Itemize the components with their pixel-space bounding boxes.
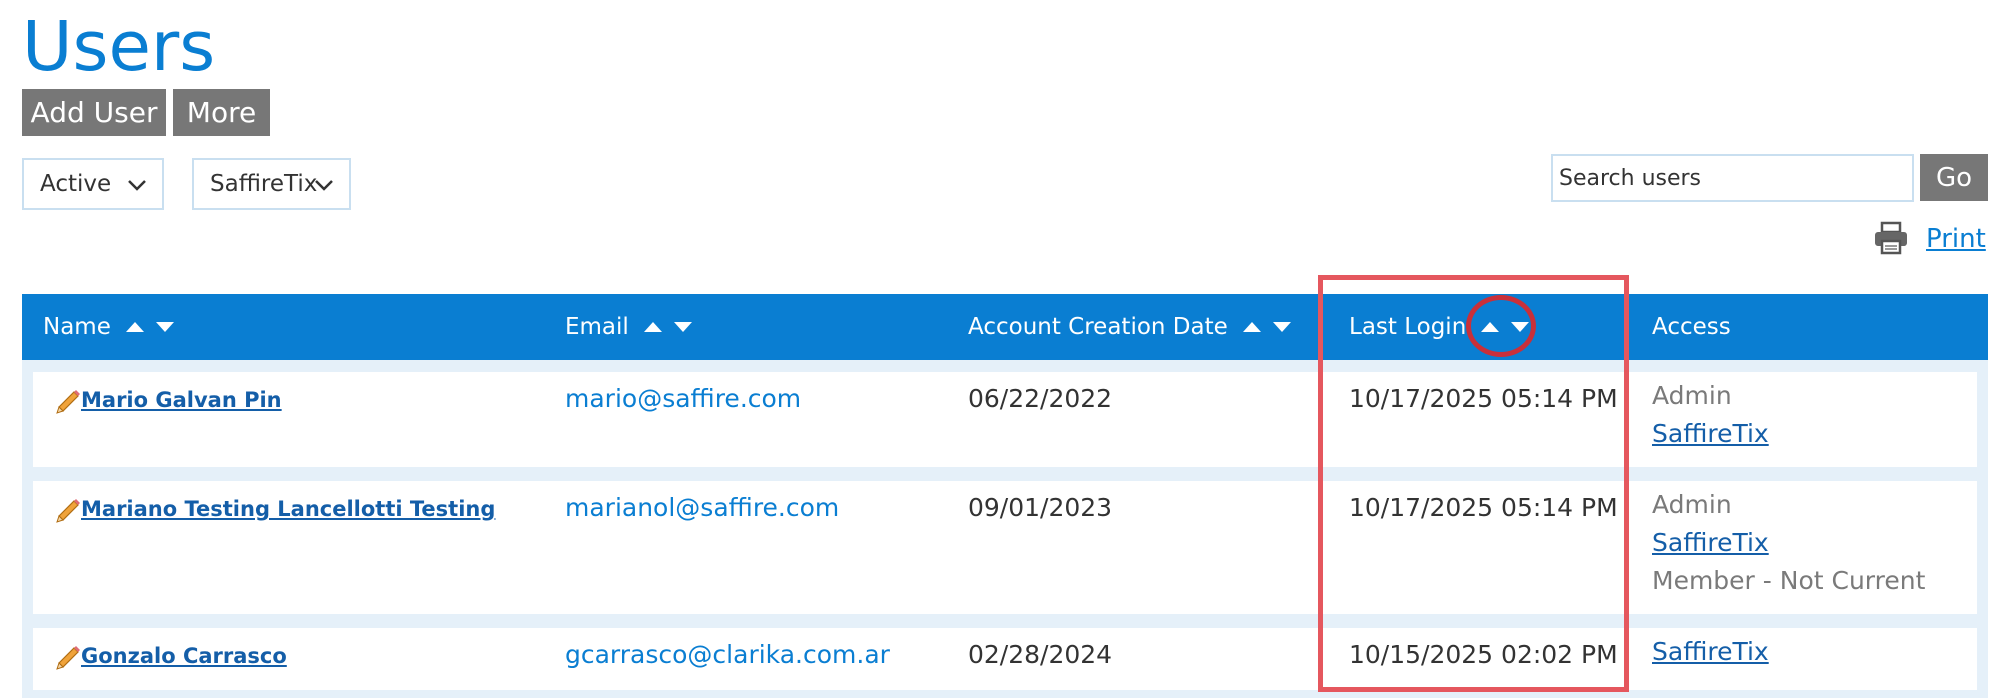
access-org-link[interactable]: SaffireTix — [1652, 524, 1925, 562]
user-email-link[interactable]: mario@saffire.com — [565, 384, 801, 413]
status-filter-select[interactable]: Active — [22, 158, 164, 210]
go-button[interactable]: Go — [1920, 154, 1988, 201]
sort-descending-icon[interactable] — [1510, 321, 1530, 333]
sort-descending-icon[interactable] — [155, 321, 175, 333]
sort-ascending-icon[interactable] — [1242, 321, 1262, 333]
access-org-link[interactable]: SaffireTix — [1652, 633, 1769, 671]
pencil-icon[interactable] — [53, 386, 83, 416]
access-list: Admin SaffireTix Member - Not Current — [1652, 486, 1925, 600]
access-role: Admin — [1652, 381, 1732, 410]
chevron-down-icon — [128, 180, 146, 191]
table-header: Name Email Account Creation Date Last Lo… — [22, 294, 1988, 360]
column-header-label: Account Creation Date — [968, 314, 1228, 340]
search-input[interactable] — [1551, 154, 1914, 202]
column-header-label: Email — [565, 314, 629, 340]
organization-filter-value: SaffireTix — [210, 171, 318, 197]
table-row: Gonzalo Carrasco gcarrasco@clarika.com.a… — [33, 628, 1977, 690]
access-list: SaffireTix — [1652, 633, 1769, 671]
printer-icon[interactable] — [1873, 221, 1909, 255]
sort-ascending-icon[interactable] — [643, 321, 663, 333]
add-user-button[interactable]: Add User — [22, 89, 166, 136]
user-email-link[interactable]: gcarrasco@clarika.com.ar — [565, 640, 890, 669]
column-header-label: Access — [1652, 314, 1731, 340]
account-creation-date: 09/01/2023 — [968, 493, 1113, 522]
pencil-icon[interactable] — [53, 495, 83, 525]
account-creation-date: 06/22/2022 — [968, 384, 1113, 413]
last-login: 10/17/2025 05:14 PM — [1349, 493, 1618, 522]
table-row: Mario Galvan Pin mario@saffire.com 06/22… — [33, 372, 1977, 467]
sort-controls — [125, 321, 175, 333]
column-header-last-login: Last Login — [1349, 294, 1530, 360]
sort-controls — [1480, 321, 1530, 333]
last-login: 10/15/2025 02:02 PM — [1349, 640, 1618, 669]
account-creation-date: 02/28/2024 — [968, 640, 1113, 669]
user-name-link[interactable]: Gonzalo Carrasco — [81, 644, 287, 668]
column-header-access: Access — [1652, 294, 1731, 360]
column-header-label: Last Login — [1349, 314, 1467, 340]
pencil-icon[interactable] — [53, 642, 83, 672]
sort-ascending-icon[interactable] — [1480, 321, 1500, 333]
sort-controls — [643, 321, 693, 333]
table-row: Mariano Testing Lancellotti Testing mari… — [33, 481, 1977, 614]
page-title: Users — [22, 7, 216, 87]
last-login: 10/17/2025 05:14 PM — [1349, 384, 1618, 413]
organization-filter-select[interactable]: SaffireTix — [192, 158, 351, 210]
status-filter-value: Active — [40, 171, 112, 197]
sort-controls — [1242, 321, 1292, 333]
more-button[interactable]: More — [173, 89, 270, 136]
user-email-link[interactable]: marianol@saffire.com — [565, 493, 839, 522]
membership-status: Member - Not Current — [1652, 566, 1926, 595]
sort-descending-icon[interactable] — [1272, 321, 1292, 333]
chevron-down-icon — [315, 180, 333, 191]
column-header-creation-date: Account Creation Date — [968, 294, 1292, 360]
column-header-label: Name — [43, 314, 111, 340]
sort-ascending-icon[interactable] — [125, 321, 145, 333]
print-link[interactable]: Print — [1926, 224, 1986, 254]
user-name-link[interactable]: Mario Galvan Pin — [81, 388, 282, 412]
access-list: Admin SaffireTix — [1652, 377, 1769, 453]
sort-descending-icon[interactable] — [673, 321, 693, 333]
access-role: Admin — [1652, 490, 1732, 519]
access-org-link[interactable]: SaffireTix — [1652, 415, 1769, 453]
column-header-email: Email — [565, 294, 693, 360]
column-header-name: Name — [43, 294, 175, 360]
table-body: Mario Galvan Pin mario@saffire.com 06/22… — [22, 360, 1988, 698]
user-name-link[interactable]: Mariano Testing Lancellotti Testing — [81, 497, 495, 521]
